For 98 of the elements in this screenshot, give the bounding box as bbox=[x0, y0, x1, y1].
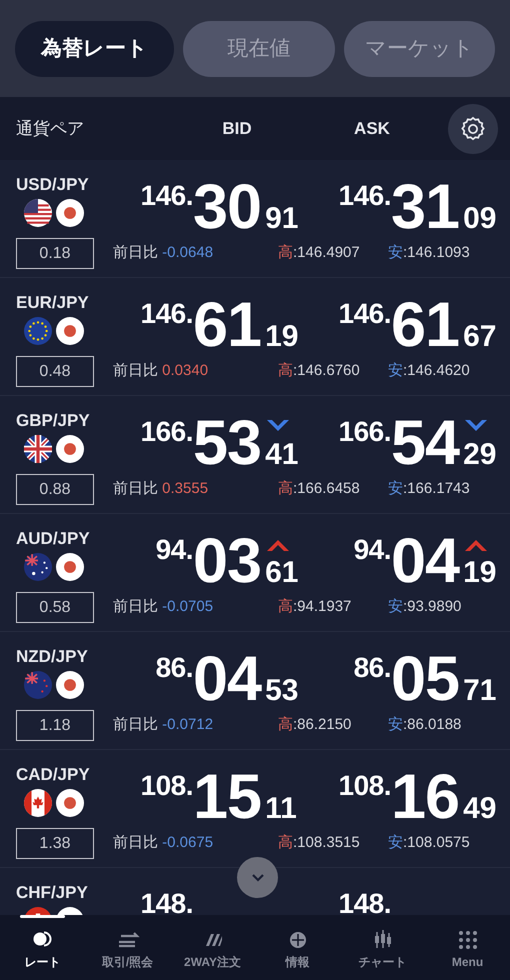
price-prefix: 146. bbox=[338, 300, 391, 328]
price-pips: 04 bbox=[391, 530, 460, 593]
day-change: 前日比 -0.0648 bbox=[113, 243, 214, 264]
day-change: 前日比 -0.0705 bbox=[113, 597, 214, 618]
price-fraction: 41 bbox=[265, 438, 298, 471]
flag-icon bbox=[56, 199, 84, 227]
price-prefix: 166. bbox=[140, 418, 193, 446]
flag-icon bbox=[24, 199, 52, 227]
flag-icon bbox=[24, 671, 52, 699]
price-prefix: 108. bbox=[338, 772, 391, 800]
price-pips: 61 bbox=[193, 294, 262, 357]
nav-item[interactable]: チャート bbox=[340, 915, 425, 980]
currency-pair: CHF/JPY bbox=[16, 884, 88, 901]
currency-pair: EUR/JPY bbox=[16, 294, 89, 311]
low-price: 安:93.9890 bbox=[388, 597, 462, 618]
price-fraction: 09 bbox=[463, 202, 496, 235]
low-price: 安:166.1743 bbox=[388, 479, 470, 500]
flag-icon bbox=[24, 789, 52, 817]
price-pips: 04 bbox=[193, 648, 262, 711]
flag-icon bbox=[56, 789, 84, 817]
flag-icon bbox=[56, 553, 84, 581]
high-price: 高:108.3515 bbox=[278, 833, 361, 854]
flag-icon bbox=[24, 553, 52, 581]
price-prefix: 94. bbox=[354, 536, 391, 564]
currency-pair: CAD/JPY bbox=[16, 766, 90, 783]
nav-item[interactable]: 情報 bbox=[255, 915, 340, 980]
column-header: ASK bbox=[353, 118, 391, 140]
price-prefix: 166. bbox=[338, 418, 391, 446]
price-fraction: 61 bbox=[265, 556, 298, 589]
settings-button[interactable] bbox=[448, 104, 498, 154]
nav-item[interactable]: レート bbox=[0, 915, 85, 980]
flag-icon bbox=[56, 435, 84, 463]
high-price: 高:86.2150 bbox=[278, 715, 352, 736]
spread-value: 0.18 bbox=[16, 238, 94, 269]
day-change: 前日比 -0.0675 bbox=[113, 833, 214, 854]
flag-icon bbox=[24, 317, 52, 345]
price-pips: 53 bbox=[193, 412, 262, 475]
price-pips: 30 bbox=[193, 176, 262, 239]
price-fraction: 71 bbox=[463, 674, 496, 707]
settings-icon bbox=[459, 114, 487, 142]
flag-icon bbox=[24, 435, 52, 463]
price-pips: 03 bbox=[193, 530, 262, 593]
spread-value: 0.58 bbox=[16, 592, 94, 623]
tab[interactable]: 現在値 bbox=[183, 20, 335, 76]
currency-pair: GBP/JPY bbox=[16, 412, 90, 429]
price-prefix: 94. bbox=[156, 536, 193, 564]
chevron-down-icon bbox=[250, 873, 264, 882]
price-prefix: 146. bbox=[338, 182, 391, 210]
column-header: 通貨ペア bbox=[16, 118, 85, 140]
price-fraction: 67 bbox=[463, 320, 496, 353]
day-change: 前日比 0.0340 bbox=[113, 361, 210, 382]
price-pips: 16 bbox=[391, 766, 460, 829]
nav-item[interactable]: 2WAY注文 bbox=[170, 915, 255, 980]
nav-item[interactable]: Menu bbox=[425, 915, 510, 980]
currency-pair: AUD/JPY bbox=[16, 530, 90, 547]
column-header: BID bbox=[221, 118, 253, 140]
price-prefix: 146. bbox=[140, 300, 193, 328]
price-prefix: 148. bbox=[140, 890, 193, 915]
high-price: 高:146.6760 bbox=[278, 361, 361, 382]
price-pips: 61 bbox=[391, 294, 460, 357]
high-price: 高:94.1937 bbox=[278, 597, 352, 618]
day-change: 前日比 -0.0712 bbox=[113, 715, 214, 736]
price-prefix: 108. bbox=[140, 772, 193, 800]
price-fraction: 19 bbox=[265, 320, 298, 353]
price-prefix: 148. bbox=[338, 890, 391, 915]
price-pips: 15 bbox=[193, 766, 262, 829]
price-pips: 54 bbox=[391, 412, 460, 475]
day-change: 前日比 0.3555 bbox=[113, 479, 210, 500]
currency-pair: NZD/JPY bbox=[16, 648, 88, 665]
spread-value: 0.88 bbox=[16, 474, 94, 505]
price-fraction: 11 bbox=[265, 792, 297, 825]
active-indicator bbox=[20, 915, 65, 918]
price-fraction: 49 bbox=[463, 792, 496, 825]
spread-value: 1.18 bbox=[16, 710, 94, 741]
spread-value: 1.38 bbox=[16, 828, 94, 859]
price-prefix: 146. bbox=[140, 182, 193, 210]
high-price: 高:166.6458 bbox=[278, 479, 361, 500]
low-price: 安:146.1093 bbox=[388, 243, 470, 264]
flag-icon bbox=[56, 671, 84, 699]
price-fraction: 29 bbox=[463, 438, 496, 471]
price-fraction: 19 bbox=[463, 556, 496, 589]
tab[interactable]: マーケット bbox=[344, 20, 495, 76]
spread-value: 0.48 bbox=[16, 356, 94, 387]
price-fraction: 53 bbox=[265, 674, 298, 707]
high-price: 高:146.4907 bbox=[278, 243, 361, 264]
price-prefix: 86. bbox=[354, 654, 391, 682]
low-price: 安:108.0575 bbox=[388, 833, 470, 854]
nav-item[interactable]: 取引/照会 bbox=[85, 915, 170, 980]
price-prefix: 86. bbox=[156, 654, 193, 682]
low-price: 安:86.0188 bbox=[388, 715, 462, 736]
price-fraction: 91 bbox=[265, 202, 298, 235]
tab[interactable]: 為替レート bbox=[15, 20, 174, 76]
price-pips: 05 bbox=[391, 648, 460, 711]
low-price: 安:146.4620 bbox=[388, 361, 470, 382]
price-pips: 31 bbox=[391, 176, 460, 239]
flag-icon bbox=[56, 317, 84, 345]
currency-pair: USD/JPY bbox=[16, 176, 89, 193]
scroll-down-button[interactable] bbox=[237, 857, 278, 898]
